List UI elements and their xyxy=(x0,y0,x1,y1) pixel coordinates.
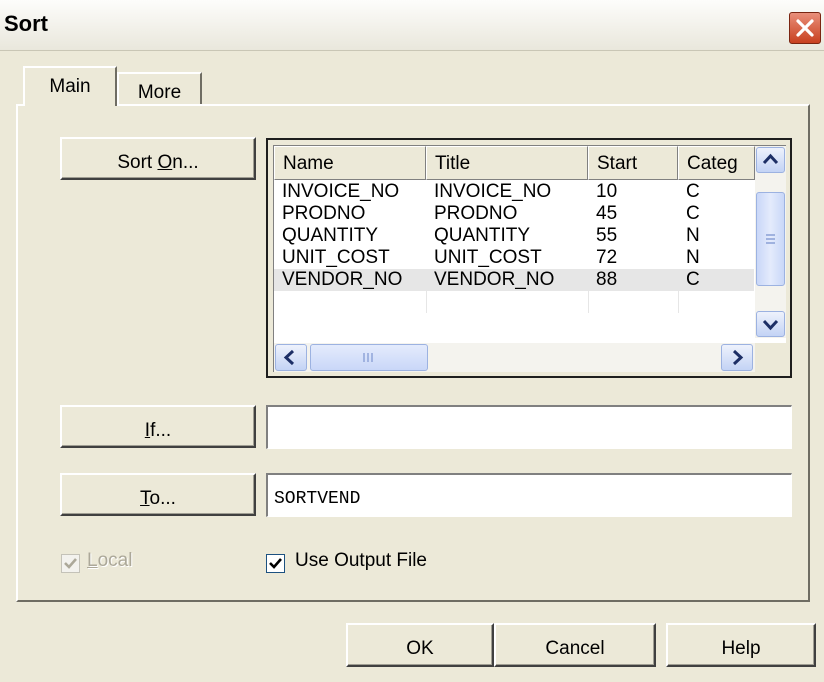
scroll-right-button[interactable] xyxy=(721,344,753,371)
horizontal-scroll-thumb[interactable] xyxy=(310,344,428,371)
help-label: Help xyxy=(721,638,761,659)
scroll-right-arrow-icon xyxy=(732,349,744,366)
cell-category: C xyxy=(686,203,700,224)
scroll-left-arrow-icon xyxy=(283,349,295,366)
tab-main[interactable]: Main xyxy=(23,66,117,106)
column-header-category[interactable]: Categ xyxy=(678,146,755,180)
scroll-down-button[interactable] xyxy=(756,311,785,337)
cell-name: INVOICE_NO xyxy=(282,181,400,202)
scroll-down-arrow-icon xyxy=(762,319,779,331)
cell-name: UNIT_COST xyxy=(282,247,390,268)
sort-on-button[interactable]: Sort On... xyxy=(60,137,256,180)
help-button[interactable]: Help xyxy=(666,623,816,667)
cell-start: 72 xyxy=(596,247,618,268)
cell-category: N xyxy=(686,225,700,246)
column-header-start[interactable]: Start xyxy=(588,146,678,180)
cell-name: PRODNO xyxy=(282,203,366,224)
ok-button[interactable]: OK xyxy=(346,623,494,667)
local-label: Local xyxy=(87,550,132,572)
to-button[interactable]: To... xyxy=(60,473,256,516)
tab-more[interactable]: More xyxy=(117,72,202,108)
if-label-post: f... xyxy=(150,419,172,441)
scroll-up-arrow-icon xyxy=(762,153,779,165)
use-output-file-label[interactable]: Use Output File xyxy=(295,550,427,572)
scroll-up-button[interactable] xyxy=(756,147,785,173)
if-button[interactable]: If... xyxy=(60,405,256,448)
column-header-name[interactable]: Name xyxy=(274,146,426,180)
tab-main-label: Main xyxy=(49,76,91,97)
cell-category: C xyxy=(686,269,700,290)
cell-category: C xyxy=(686,181,700,202)
table-row[interactable]: UNIT_COST UNIT_COST 72 N xyxy=(274,247,754,269)
local-checkbox xyxy=(61,554,80,573)
cell-title: VENDOR_NO xyxy=(434,269,555,290)
sort-on-label-pre: Sort xyxy=(117,151,158,173)
vertical-scroll-thumb[interactable] xyxy=(756,192,785,286)
cell-title: PRODNO xyxy=(434,203,518,224)
close-icon xyxy=(796,19,814,37)
cell-title: QUANTITY xyxy=(434,225,531,246)
table-row[interactable]: INVOICE_NO INVOICE_NO 10 C xyxy=(274,181,754,203)
cell-name: QUANTITY xyxy=(282,225,379,246)
cell-category: N xyxy=(686,247,700,268)
grip-icon xyxy=(363,353,373,362)
cancel-label: Cancel xyxy=(545,638,605,659)
to-label-post: o... xyxy=(149,487,176,509)
cell-start: 55 xyxy=(596,225,618,246)
local-mnemonic: L xyxy=(87,550,98,571)
local-label-post: ocal xyxy=(97,550,133,571)
vertical-scrollbar[interactable] xyxy=(755,146,786,338)
scroll-left-button[interactable] xyxy=(275,344,307,371)
sort-on-label-post: n... xyxy=(172,151,199,173)
close-button[interactable] xyxy=(789,12,821,44)
horizontal-scrollbar[interactable] xyxy=(274,343,755,372)
window-title: Sort xyxy=(4,11,48,36)
table-row-empty xyxy=(274,291,754,313)
sort-fields-grid[interactable]: Name Title Start Categ INVOICE_NO INVOIC… xyxy=(266,138,792,378)
if-condition-input[interactable] xyxy=(266,405,792,449)
to-mnemonic: T xyxy=(140,487,150,509)
cell-start: 10 xyxy=(596,181,618,202)
cell-name: VENDOR_NO xyxy=(282,269,403,290)
cell-start: 45 xyxy=(596,203,618,224)
column-header-title[interactable]: Title xyxy=(426,146,588,180)
table-row-selected[interactable]: VENDOR_NO VENDOR_NO 88 C xyxy=(274,269,754,291)
title-bar: Sort xyxy=(0,0,824,51)
table-row[interactable]: PRODNO PRODNO 45 C xyxy=(274,203,754,225)
checkmark-icon xyxy=(64,558,77,569)
cell-start: 88 xyxy=(596,269,618,290)
sort-on-mnemonic: O xyxy=(157,151,173,173)
cell-title: INVOICE_NO xyxy=(434,181,552,202)
table-row[interactable]: QUANTITY QUANTITY 55 N xyxy=(274,225,754,247)
grip-icon xyxy=(766,234,775,244)
tab-more-label: More xyxy=(137,82,182,103)
scrollbar-corner xyxy=(755,343,786,372)
to-output-input[interactable] xyxy=(266,473,792,517)
cancel-button[interactable]: Cancel xyxy=(494,623,656,667)
use-output-file-checkbox[interactable] xyxy=(266,554,285,573)
checkmark-icon xyxy=(269,558,282,569)
ok-label: OK xyxy=(406,638,434,659)
cell-title: UNIT_COST xyxy=(434,247,542,268)
